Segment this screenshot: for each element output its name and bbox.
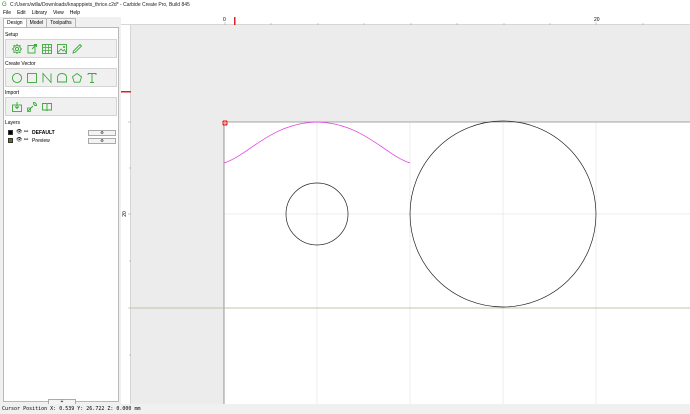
book-icon[interactable] [41, 101, 53, 113]
design-panel: Setup Create Vector Import Layers 👁 ⚯ DE… [3, 27, 119, 406]
link-icon[interactable]: ⚯ [24, 130, 30, 135]
layer-color-swatch[interactable] [8, 138, 13, 143]
circle-icon[interactable] [11, 72, 23, 84]
design-canvas[interactable] [131, 25, 690, 404]
origin-marker [222, 120, 228, 126]
layer-row-preview[interactable]: 👁 ⚯ Preview ⚙ [8, 137, 116, 144]
polygon-icon[interactable] [56, 72, 68, 84]
eye-icon[interactable]: 👁 [16, 138, 22, 143]
status-bar: Cursor Position X: 0.539 Y: 26.722 Z: 0.… [0, 404, 690, 414]
import-toolbar [5, 97, 117, 116]
image-icon[interactable] [56, 43, 68, 55]
document-icon[interactable] [26, 43, 38, 55]
cursor-position: Cursor Position X: 0.539 Y: 26.722 Z: 0.… [2, 406, 141, 412]
window-title: C:/Users/willa/Downloads/knapppiets_thri… [10, 1, 190, 8]
import-label: Import [5, 90, 20, 96]
grid-icon[interactable] [41, 43, 53, 55]
tab-toolpaths[interactable]: Toolpaths [46, 18, 76, 27]
menu-help[interactable]: Help [70, 10, 80, 16]
wrench-icon[interactable] [26, 101, 38, 113]
layers-label: Layers [5, 120, 21, 126]
app-icon: G [2, 1, 7, 8]
menu-library[interactable]: Library [32, 10, 47, 16]
ruler-label-20: 20 [594, 17, 600, 23]
cursor-marker-x [234, 17, 236, 25]
menu-file[interactable]: File [3, 10, 11, 16]
curve-icon[interactable] [41, 72, 53, 84]
left-panel: Design Model Toolpaths Setup Create Vect… [0, 17, 121, 406]
pen-icon[interactable] [71, 43, 83, 55]
panel-tabs: Design Model Toolpaths [3, 18, 76, 27]
ruler-label-0: 0 [223, 17, 226, 23]
cursor-marker-y [121, 91, 131, 93]
layer-color-swatch[interactable] [8, 130, 13, 135]
ruler-label-left-20: 20 [121, 211, 128, 217]
tab-model[interactable]: Model [25, 18, 48, 27]
title-bar: G C:/Users/willa/Downloads/knapppiets_th… [0, 0, 690, 9]
text-icon[interactable] [86, 72, 98, 84]
link-icon[interactable]: ⚯ [24, 138, 30, 143]
pentagon-icon[interactable] [71, 72, 83, 84]
layer-row-default[interactable]: 👁 ⚯ DEFAULT ⚙ [8, 129, 116, 136]
layer-name: DEFAULT [32, 129, 55, 136]
setup-label: Setup [5, 32, 19, 38]
rectangle-icon[interactable] [26, 72, 38, 84]
canvas-drawing[interactable] [131, 25, 690, 404]
menu-edit[interactable]: Edit [17, 10, 26, 16]
stock-area [224, 122, 690, 404]
layer-settings-button[interactable]: ⚙ [88, 129, 116, 136]
layer-settings-button[interactable]: ⚙ [88, 137, 116, 144]
tab-design[interactable]: Design [3, 18, 27, 27]
setup-toolbar [5, 39, 117, 58]
eye-icon[interactable]: 👁 [16, 130, 22, 135]
layer-name: Preview [32, 137, 50, 144]
create-vector-toolbar [5, 68, 117, 87]
menu-bar: File Edit Library View Help [0, 9, 690, 17]
ruler-horizontal: 0 20 [121, 17, 690, 25]
ruler-vertical: 20 [121, 25, 131, 404]
menu-view[interactable]: View [53, 10, 64, 16]
create-vector-label: Create Vector [5, 61, 36, 67]
gear-icon[interactable] [11, 43, 23, 55]
import-icon[interactable] [11, 101, 23, 113]
